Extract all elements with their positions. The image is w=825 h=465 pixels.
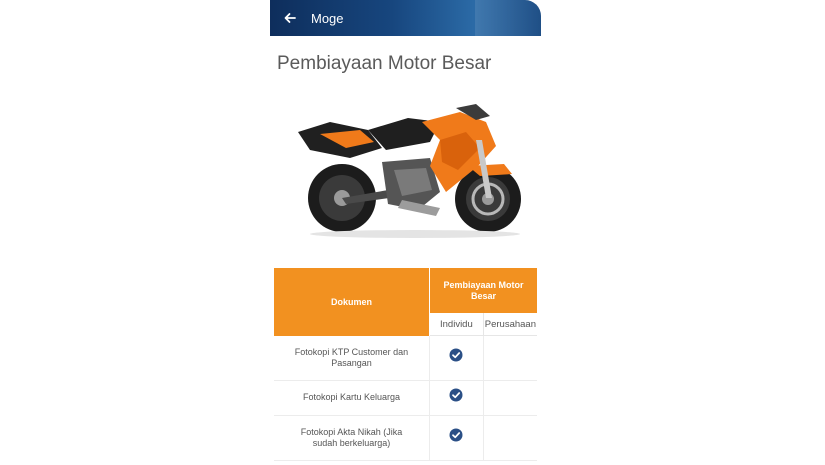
app-bar-title: Moge [311,11,344,26]
individu-cell [429,335,484,381]
table-row: Fotokopi Kartu Keluarga [274,380,537,416]
row-label: Fotokopi Kartu Keluarga [274,380,430,416]
app-bar: Moge [270,0,541,36]
table-header-individu: Individu [429,313,484,336]
app-screen: Moge Pembiayaan Motor Besar Dokumen Pemb… [270,0,541,465]
back-button[interactable] [280,8,300,28]
document-requirements-table: Dokumen Pembiayaan Motor Besar Individu … [274,268,537,461]
check-circle-icon [449,428,463,442]
table-row: Fotokopi Akta Nikah (Jika sudah berkelua… [274,415,537,461]
motorcycle-image [298,104,521,238]
check-circle-icon [449,388,463,402]
table-header-perusahaan: Perusahaan [482,313,537,336]
row-label: Fotokopi Akta Nikah (Jika sudah berkelua… [274,415,430,461]
perusahaan-cell [482,335,537,381]
arrow-left-icon [284,13,296,23]
perusahaan-cell [482,380,537,416]
individu-cell [429,415,484,461]
individu-cell [429,380,484,416]
table-header-dokumen: Dokumen [274,268,430,336]
table-header-group: Pembiayaan Motor Besar [429,268,537,313]
page-title: Pembiayaan Motor Besar [277,53,492,74]
perusahaan-cell [482,415,537,461]
row-label: Fotokopi KTP Customer dan Pasangan [274,335,430,381]
check-circle-icon [449,348,463,362]
app-bar-highlight [475,0,541,36]
table-row: Fotokopi KTP Customer dan Pasangan [274,335,537,381]
